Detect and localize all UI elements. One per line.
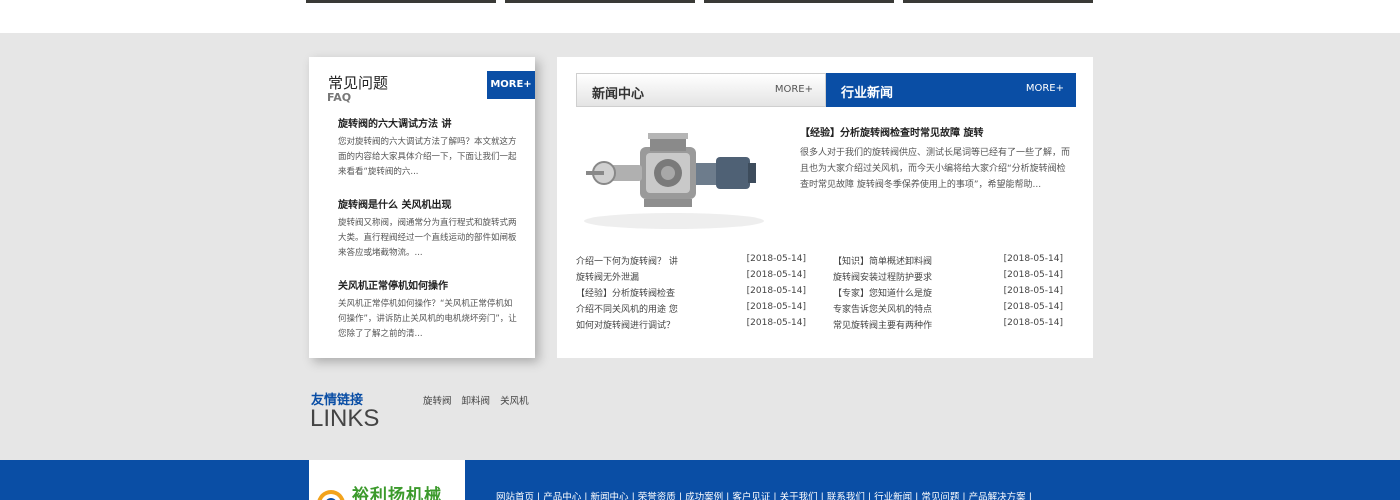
faq-title: 常见问题: [328, 74, 389, 92]
news-item-date: [2018-05-14]: [1003, 302, 1063, 312]
footer-nav-item[interactable]: 常见问题: [921, 492, 959, 500]
news-list-item[interactable]: 旋转阀无外泄漏 [2018-05-14]: [576, 270, 806, 286]
news-list-item[interactable]: 【专家】您知道什么是旋 [2018-05-14]: [833, 286, 1063, 302]
faq-more-button[interactable]: MORE+: [487, 71, 535, 99]
friend-link[interactable]: 关风机: [500, 396, 529, 407]
featured-news-title[interactable]: 【经验】分析旋转阀检查时常见故障 旋转: [800, 124, 983, 139]
faq-subtitle: FAQ: [327, 91, 352, 104]
featured-news-desc: 很多人对于我们的旋转阀供应、测试长尾词等已经有了一些了解，而且也为大家介绍过关风…: [800, 148, 1071, 190]
footer-nav: 网站首页 | 产品中心 | 新闻中心 | 荣誉资质 | 成功案例 | 客户见证 …: [496, 489, 1032, 500]
news-list-item[interactable]: 旋转阀安装过程防护要求 [2018-05-14]: [833, 270, 1063, 286]
news-item-title[interactable]: 如何对旋转阀进行调试？: [576, 318, 675, 331]
news-item-date: [2018-05-14]: [746, 318, 806, 328]
tab-news-center-label: 新闻中心: [592, 87, 645, 102]
news-item-title[interactable]: 常见旋转阀主要有两种作: [833, 318, 932, 331]
footer-nav-item[interactable]: 联系我们: [827, 492, 865, 500]
news-tab-bar: 新闻中心 MORE+ 行业新闻 MORE+: [576, 73, 1076, 107]
news-item-title[interactable]: 介绍一下何为旋转阀？ 讲: [576, 254, 678, 267]
tab-industry-news[interactable]: 行业新闻 MORE+: [826, 73, 1076, 107]
news-item-date: [2018-05-14]: [746, 302, 806, 312]
news-list-item[interactable]: 常见旋转阀主要有两种作 [2018-05-14]: [833, 318, 1063, 334]
news-item-title[interactable]: 旋转阀安装过程防护要求: [833, 270, 932, 283]
news-list-item[interactable]: 介绍一下何为旋转阀？ 讲 [2018-05-14]: [576, 254, 806, 270]
footer-logo-text: 裕利扬机械: [352, 486, 442, 500]
footer-nav-item[interactable]: 产品中心: [543, 492, 581, 500]
faq-item[interactable]: 旋转阀是什么 关风机出现 旋转阀又称阀，阀通常分为直行程式和旋转式两大类。直行程…: [338, 196, 518, 261]
faq-item[interactable]: 旋转阀的六大调试方法 讲 您对旋转阀的六大调试方法了解吗？本文就这方面的内容给大…: [338, 115, 518, 180]
faq-item-title[interactable]: 旋转阀是什么 关风机出现: [338, 196, 518, 211]
logo-sun-icon: [317, 490, 345, 500]
news-list-right: 【知识】简单概述卸料阀 [2018-05-14] 旋转阀安装过程防护要求 [2018…: [833, 254, 1063, 334]
news-item-date: [2018-05-14]: [1003, 286, 1063, 296]
news-item-date: [2018-05-14]: [746, 270, 806, 280]
case-thumbnail[interactable]: [704, 0, 894, 3]
footer-nav-item[interactable]: 关于我们: [780, 492, 818, 500]
footer-nav-item[interactable]: 网站首页: [496, 492, 534, 500]
footer-nav-item[interactable]: 客户见证: [732, 492, 770, 500]
news-list-item[interactable]: 【知识】简单概述卸料阀 [2018-05-14]: [833, 254, 1063, 270]
footer-logo[interactable]: 裕利扬机械: [309, 460, 465, 500]
news-list-item[interactable]: 专家告诉您关风机的特点 [2018-05-14]: [833, 302, 1063, 318]
news-item-date: [2018-05-14]: [746, 286, 806, 296]
case-thumbnail[interactable]: [903, 0, 1093, 3]
links-subtitle: LINKS: [310, 405, 380, 432]
faq-item-title[interactable]: 关风机正常停机如何操作: [338, 277, 518, 292]
news-list-left: 介绍一下何为旋转阀？ 讲 [2018-05-14] 旋转阀无外泄漏 [2018-05…: [576, 254, 806, 334]
faq-list: 旋转阀的六大调试方法 讲 您对旋转阀的六大调试方法了解吗？本文就这方面的内容给大…: [338, 115, 518, 358]
faq-item-desc: 旋转阀又称阀，阀通常分为直行程式和旋转式两大类。直行程阀经过一个直线运动的部件如…: [338, 218, 517, 258]
footer-nav-item[interactable]: 荣誉资质: [638, 492, 676, 500]
case-thumbnail[interactable]: [306, 0, 496, 3]
footer-nav-item[interactable]: 产品解决方案: [969, 492, 1026, 500]
industry-news-more-link[interactable]: MORE+: [1026, 83, 1064, 94]
tab-industry-news-label: 行业新闻: [841, 86, 894, 101]
news-item-title[interactable]: 专家告诉您关风机的特点: [833, 302, 932, 315]
faq-item-desc: 关风机正常停机如何操作？“关风机正常停机如何操作”，讲诉防止关风机的电机烧坏旁门…: [338, 299, 517, 339]
footer-nav-item[interactable]: 新闻中心: [591, 492, 629, 500]
footer-nav-item[interactable]: 成功案例: [685, 492, 723, 500]
footer: 裕利扬机械 网站首页 | 产品中心 | 新闻中心 | 荣誉资质 | 成功案例 |…: [0, 460, 1400, 500]
faq-item-title[interactable]: 旋转阀的六大调试方法 讲: [338, 115, 518, 130]
news-item-date: [2018-05-14]: [746, 254, 806, 264]
friend-links: 旋转阀 卸料阀 关风机: [423, 393, 536, 407]
rotary-valve-image[interactable]: [576, 125, 772, 231]
news-item-title[interactable]: 介绍不同关风机的用途 您: [576, 302, 678, 315]
news-item-date: [2018-05-14]: [1003, 270, 1063, 280]
news-panel: 新闻中心 MORE+ 行业新闻 MORE+ 【经验】分析旋转阀检查时常见故障 旋…: [557, 57, 1093, 358]
news-item-title[interactable]: 【知识】简单概述卸料阀: [833, 254, 932, 267]
tab-news-center[interactable]: 新闻中心 MORE+: [576, 73, 826, 107]
news-center-more-link[interactable]: MORE+: [775, 84, 813, 95]
news-list-item[interactable]: 【经验】分析旋转阀检查 [2018-05-14]: [576, 286, 806, 302]
news-item-date: [2018-05-14]: [1003, 318, 1063, 328]
news-item-title[interactable]: 旋转阀无外泄漏: [576, 270, 639, 283]
faq-item[interactable]: 关风机正常停机如何操作 关风机正常停机如何操作？“关风机正常停机如何操作”，讲诉…: [338, 277, 518, 342]
case-thumbnail[interactable]: [505, 0, 695, 3]
top-strip: [0, 0, 1400, 33]
news-item-title[interactable]: 【经验】分析旋转阀检查: [576, 286, 675, 299]
news-list-item[interactable]: 如何对旋转阀进行调试？ [2018-05-14]: [576, 318, 806, 334]
friend-link[interactable]: 旋转阀: [423, 396, 452, 407]
news-item-title[interactable]: 【专家】您知道什么是旋: [833, 286, 932, 299]
faq-item-desc: 您对旋转阀的六大调试方法了解吗？本文就这方面的内容给大家具体介绍一下，下面让我们…: [338, 137, 517, 177]
footer-nav-item[interactable]: 行业新闻: [874, 492, 912, 500]
news-item-date: [2018-05-14]: [1003, 254, 1063, 264]
faq-panel: 常见问题 FAQ MORE+ 旋转阀的六大调试方法 讲 您对旋转阀的六大调试方法…: [309, 57, 535, 358]
friend-link[interactable]: 卸料阀: [462, 396, 491, 407]
news-list-item[interactable]: 介绍不同关风机的用途 您 [2018-05-14]: [576, 302, 806, 318]
